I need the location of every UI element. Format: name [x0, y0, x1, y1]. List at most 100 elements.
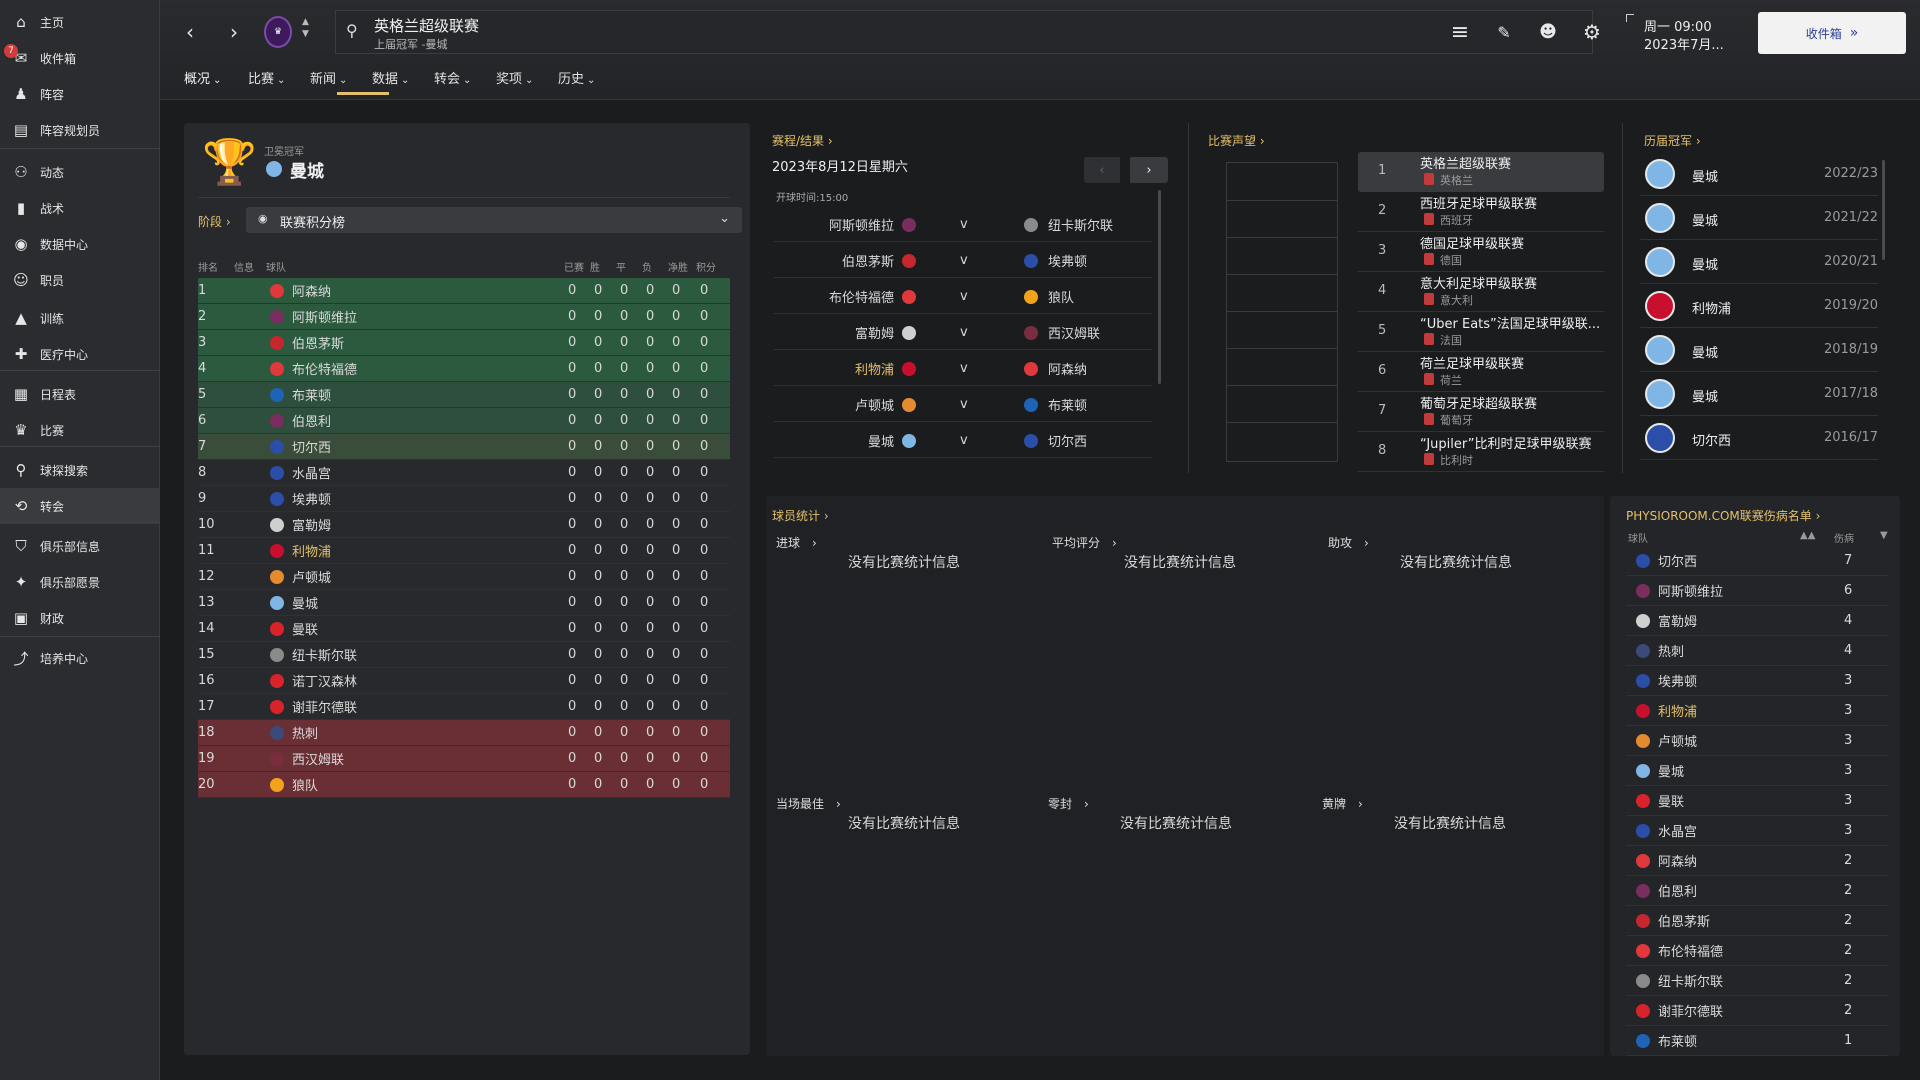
sidebar-item-12[interactable]: ⚲ 球探搜索	[0, 452, 160, 488]
gear-icon[interactable]: ⚙	[1578, 18, 1606, 46]
standings-row[interactable]: 2 阿斯顿维拉 0 0 0 0 0 0	[198, 304, 730, 330]
injury-team[interactable]: 伯恩茅斯	[1658, 911, 1710, 930]
sidebar-item-7[interactable]: ☺ 职员	[0, 262, 160, 298]
injury-team[interactable]: 卢顿城	[1658, 731, 1697, 750]
standings-row[interactable]: 16 诺丁汉森林 0 0 0 0 0 0	[198, 668, 730, 694]
injury-team[interactable]: 利物浦	[1658, 701, 1697, 720]
sidebar-item-14[interactable]: ⛉ 俱乐部信息	[0, 528, 160, 564]
stat-cell-label[interactable]: 黄牌 ›	[1322, 795, 1363, 812]
past-winner-team[interactable]: 曼城	[1692, 254, 1718, 273]
reputation-league[interactable]: “Uber Eats”法国足球甲级联...	[1420, 313, 1600, 332]
past-winner-team[interactable]: 切尔西	[1692, 430, 1731, 449]
search-icon[interactable]: ⚲	[346, 21, 358, 40]
standings-row[interactable]: 3 伯恩茅斯 0 0 0 0 0 0	[198, 330, 730, 356]
stat-cell-label[interactable]: 平均评分 ›	[1052, 534, 1117, 551]
fixture-home[interactable]: 布伦特福德	[829, 287, 894, 306]
standings-team[interactable]: 卢顿城	[292, 567, 331, 586]
past-winner-team[interactable]: 利物浦	[1692, 298, 1731, 317]
standings-col-8[interactable]: 积分	[696, 259, 716, 274]
sidebar-item-16[interactable]: ▣ 财政	[0, 600, 160, 636]
reputation-label[interactable]: 比赛声望 ›	[1208, 132, 1265, 149]
reputation-row[interactable]: 8 “Jupiler”比利时足球甲级联赛 比利时	[1358, 432, 1604, 472]
fixture-row[interactable]: 阿斯顿维拉 v 纽卡斯尔联	[774, 208, 1152, 242]
injury-team[interactable]: 阿森纳	[1658, 851, 1697, 870]
past-winner-row[interactable]: 曼城 2020/21	[1640, 240, 1878, 284]
reputation-row[interactable]: 6 荷兰足球甲级联赛 荷兰	[1358, 352, 1604, 392]
fixture-row[interactable]: 布伦特福德 v 狼队	[774, 280, 1152, 314]
reputation-league[interactable]: 葡萄牙足球超级联赛	[1420, 393, 1537, 412]
standings-col-0[interactable]: 排名	[198, 259, 218, 274]
standings-row[interactable]: 4 布伦特福德 0 0 0 0 0 0	[198, 356, 730, 382]
standings-team[interactable]: 富勒姆	[292, 515, 331, 534]
injury-team[interactable]: 谢菲尔德联	[1658, 1001, 1723, 1020]
fixtures-label[interactable]: 赛程/结果 ›	[772, 132, 833, 149]
fixture-away[interactable]: 布莱顿	[1048, 395, 1087, 414]
fixture-row[interactable]: 曼城 v 切尔西	[774, 424, 1152, 458]
standings-team[interactable]: 西汉姆联	[292, 749, 344, 768]
injury-row[interactable]: 埃弗顿 3	[1626, 666, 1888, 696]
standings-row[interactable]: 13 曼城 0 0 0 0 0 0	[198, 590, 730, 616]
injury-row[interactable]: 水晶宫 3	[1626, 816, 1888, 846]
standings-team[interactable]: 切尔西	[292, 437, 331, 456]
reputation-row[interactable]: 3 德国足球甲级联赛 德国	[1358, 232, 1604, 272]
menu-icon[interactable]: ≡	[1446, 18, 1474, 46]
injury-team[interactable]: 富勒姆	[1658, 611, 1697, 630]
fixture-row[interactable]: 伯恩茅斯 v 埃弗顿	[774, 244, 1152, 278]
past-winner-team[interactable]: 曼城	[1692, 210, 1718, 229]
standings-team[interactable]: 曼联	[292, 619, 318, 638]
forward-arrow-icon[interactable]: ›	[220, 18, 248, 46]
injury-row[interactable]: 布莱顿 1	[1626, 1026, 1888, 1056]
standings-row[interactable]: 17 谢菲尔德联 0 0 0 0 0 0	[198, 694, 730, 720]
player-stats-label[interactable]: 球员统计 ›	[772, 507, 829, 524]
injury-row[interactable]: 曼联 3	[1626, 786, 1888, 816]
tab-2[interactable]: 新闻 ⌄	[310, 68, 347, 87]
standings-team[interactable]: 诺丁汉森林	[292, 671, 357, 690]
standings-team[interactable]: 曼城	[292, 593, 318, 612]
fixture-home[interactable]: 利物浦	[855, 359, 894, 378]
standings-row[interactable]: 8 水晶宫 0 0 0 0 0 0	[198, 460, 730, 486]
tab-0[interactable]: 概况 ⌄	[184, 68, 221, 87]
fixture-row[interactable]: 利物浦 v 阿森纳	[774, 352, 1152, 386]
injury-row[interactable]: 伯恩茅斯 2	[1626, 906, 1888, 936]
sidebar-item-4[interactable]: ⚇ 动态	[0, 154, 160, 190]
injuries-col-count[interactable]: 伤病	[1834, 530, 1854, 545]
sidebar-item-8[interactable]: ▲ 训练	[0, 300, 160, 336]
sort-desc-icon[interactable]: ▼	[1880, 530, 1888, 541]
fixture-away[interactable]: 阿森纳	[1048, 359, 1087, 378]
champion-name[interactable]: 曼城	[290, 157, 324, 182]
fixture-away[interactable]: 埃弗顿	[1048, 251, 1087, 270]
stat-cell-label[interactable]: 零封 ›	[1048, 795, 1089, 812]
standings-team[interactable]: 伯恩利	[292, 411, 331, 430]
sidebar-item-2[interactable]: ♟ 阵容	[0, 76, 160, 112]
standings-row[interactable]: 5 布莱顿 0 0 0 0 0 0	[198, 382, 730, 408]
standings-col-7[interactable]: 净胜	[668, 259, 688, 274]
sidebar-item-15[interactable]: ✦ 俱乐部愿景	[0, 564, 160, 600]
injury-team[interactable]: 埃弗顿	[1658, 671, 1697, 690]
table-type-dropdown[interactable]: ◉ 联赛积分榜 ⌄	[246, 207, 742, 233]
reputation-league[interactable]: 荷兰足球甲级联赛	[1420, 353, 1524, 372]
standings-row[interactable]: 11 利物浦 0 0 0 0 0 0	[198, 538, 730, 564]
fixture-row[interactable]: 富勒姆 v 西汉姆联	[774, 316, 1152, 350]
tab-3[interactable]: 数据 ⌄	[372, 68, 409, 87]
standings-row[interactable]: 15 纽卡斯尔联 0 0 0 0 0 0	[198, 642, 730, 668]
fixtures-scrollbar[interactable]	[1158, 190, 1161, 384]
sidebar-item-6[interactable]: ◉ 数据中心	[0, 226, 160, 262]
standings-team[interactable]: 利物浦	[292, 541, 331, 560]
past-winner-team[interactable]: 曼城	[1692, 386, 1718, 405]
injury-row[interactable]: 利物浦 3	[1626, 696, 1888, 726]
reputation-league[interactable]: 西班牙足球甲级联赛	[1420, 193, 1537, 212]
fixture-home[interactable]: 曼城	[868, 431, 894, 450]
stat-cell-label[interactable]: 进球 ›	[776, 534, 817, 551]
standings-team[interactable]: 狼队	[292, 775, 318, 794]
injury-row[interactable]: 切尔西 7	[1626, 546, 1888, 576]
injury-team[interactable]: 水晶宫	[1658, 821, 1697, 840]
standings-row[interactable]: 14 曼联 0 0 0 0 0 0	[198, 616, 730, 642]
past-winner-row[interactable]: 曼城 2018/19	[1640, 328, 1878, 372]
standings-row[interactable]: 20 狼队 0 0 0 0 0 0	[198, 772, 730, 798]
sidebar-item-13[interactable]: ⟲ 转会	[0, 488, 160, 524]
inbox-continue-button[interactable]: 收件箱 »	[1758, 12, 1906, 54]
reputation-row[interactable]: 2 西班牙足球甲级联赛 西班牙	[1358, 192, 1604, 232]
standings-team[interactable]: 阿斯顿维拉	[292, 307, 357, 326]
standings-row[interactable]: 6 伯恩利 0 0 0 0 0 0	[198, 408, 730, 434]
sidebar-item-9[interactable]: ✚ 医疗中心	[0, 336, 160, 372]
